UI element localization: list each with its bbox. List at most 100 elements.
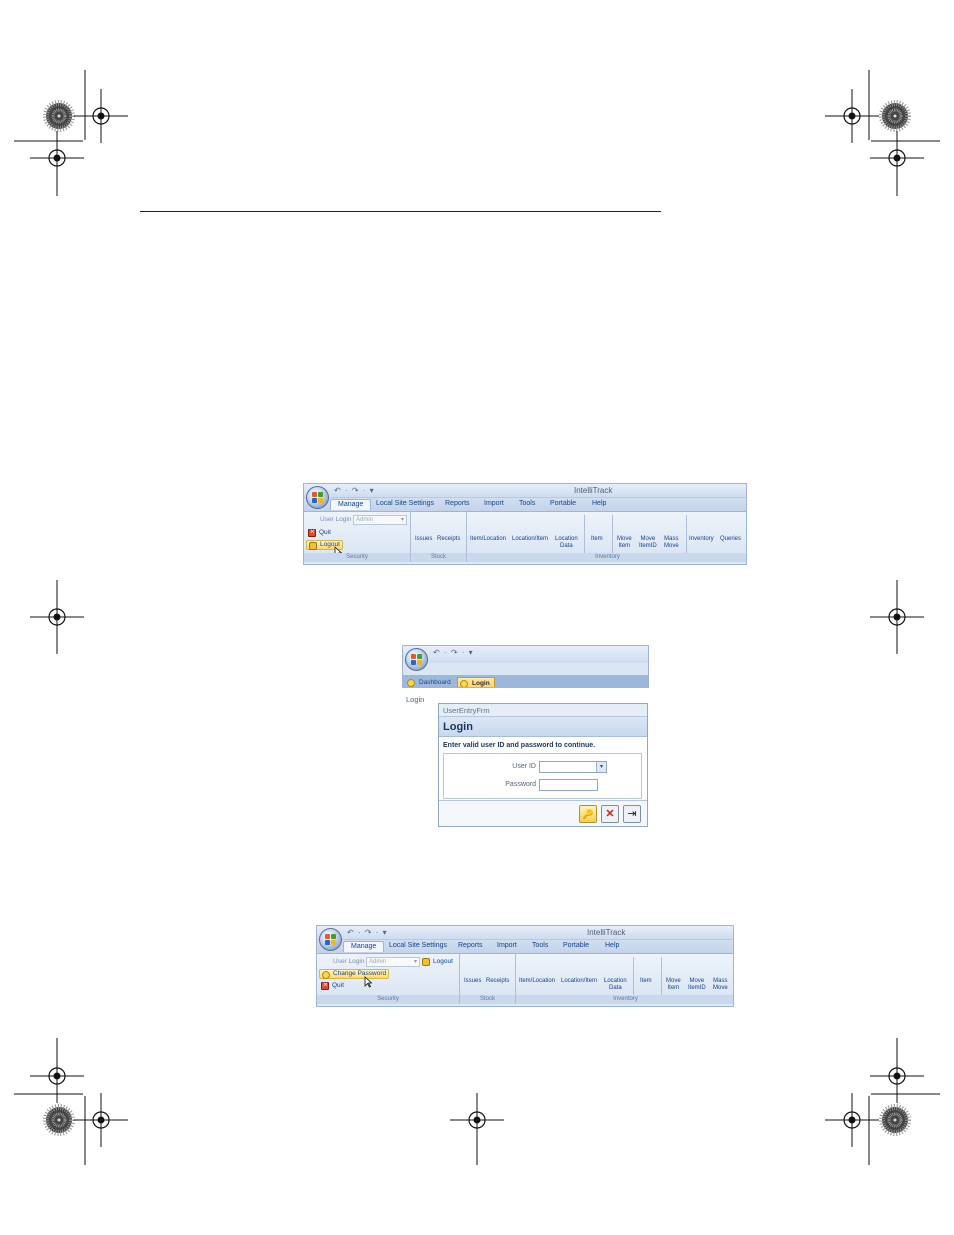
group-inventory: Item/Location Location/Item Location Dat…: [467, 512, 746, 562]
group-label-stock: Stock: [460, 995, 515, 1004]
mass-move-button[interactable]: Mass Move: [664, 536, 679, 550]
logout-button[interactable]: Logout: [420, 957, 453, 967]
change-password-label: Change Password: [333, 970, 387, 977]
window-title: IntelliTrack: [574, 486, 613, 495]
issues-button[interactable]: Issues: [464, 978, 481, 985]
window-title: IntelliTrack: [587, 928, 626, 937]
change-password-button[interactable]: Change Password: [319, 969, 389, 979]
group-label-inventory: Inventory: [516, 995, 733, 1004]
user-login-combo[interactable]: Admin ▾: [353, 515, 407, 525]
login-app-frame: ↶ · ↷ · ▾ Dashboard Login: [402, 645, 649, 688]
location-data-button[interactable]: Location Data: [555, 536, 578, 550]
credentials-box: User ID ▾ Password: [443, 753, 642, 799]
tab-manage[interactable]: Manage: [343, 941, 385, 952]
tab-help[interactable]: Help: [605, 942, 619, 949]
receipts-button[interactable]: Receipts: [437, 536, 460, 543]
user-login-label: User Login: [333, 958, 365, 965]
login-prompt: Enter valid user ID and password to cont…: [443, 742, 596, 749]
item-button[interactable]: Item: [640, 978, 652, 985]
inventory-button[interactable]: Inventory: [689, 536, 714, 543]
title-bar: ↶ · ↷ · ▾ IntelliTrack: [317, 926, 733, 940]
quit-button[interactable]: Quit: [319, 980, 344, 991]
key-icon: 🔑: [582, 809, 594, 819]
form-window-title: UserEntryFrm: [439, 704, 647, 717]
queries-button[interactable]: Queries: [720, 536, 741, 543]
logout-label: Logout: [433, 958, 453, 965]
exit-door-icon: ⇥: [627, 808, 637, 820]
tab-import[interactable]: Import: [497, 942, 517, 949]
tab-reports[interactable]: Reports: [458, 942, 483, 949]
move-item-button[interactable]: Move Item: [666, 978, 681, 992]
move-item-button[interactable]: Move Item: [617, 536, 632, 550]
separator: [584, 515, 585, 553]
separator: [686, 515, 687, 553]
user-login-combo[interactable]: Admin ▾: [366, 957, 420, 967]
tab-local-site-settings[interactable]: Local Site Settings: [389, 942, 447, 949]
form-icon: [460, 680, 468, 687]
tab-import[interactable]: Import: [484, 500, 504, 507]
tab-portable[interactable]: Portable: [550, 500, 576, 507]
separator: [633, 957, 634, 995]
tab-help[interactable]: Help: [592, 500, 606, 507]
tab-login[interactable]: Login: [457, 677, 495, 687]
move-itemid-button[interactable]: Move ItemID: [688, 978, 706, 992]
location-item-button[interactable]: Location/Item: [512, 536, 548, 543]
title-bar: ↶ · ↷ · ▾: [403, 646, 648, 663]
cancel-button[interactable]: ✕: [601, 805, 619, 823]
receipts-button[interactable]: Receipts: [486, 978, 509, 985]
lock-icon: [422, 958, 430, 966]
tab-login-label: Login: [472, 680, 490, 687]
tab-portable[interactable]: Portable: [563, 942, 589, 949]
form-heading: Login: [439, 717, 647, 737]
chevron-down-icon[interactable]: ▾: [596, 762, 606, 772]
ribbon-body: User Login Admin ▾ Logout Change Password…: [317, 954, 733, 1004]
tab-reports[interactable]: Reports: [445, 500, 470, 507]
office-button[interactable]: [306, 486, 329, 509]
user-login-value: Admin: [356, 517, 374, 523]
password-label: Password: [505, 781, 536, 788]
ribbon-body: User Login Admin▾ Quit Logout Security I…: [304, 512, 746, 562]
password-input[interactable]: [539, 779, 598, 791]
mass-move-button[interactable]: Mass Move: [713, 978, 728, 992]
form-icon: [407, 679, 415, 687]
user-login-label: User Login: [320, 516, 352, 523]
app-logo-icon: [411, 654, 423, 666]
key-icon: [322, 971, 330, 979]
print-registration-marks: [14, 70, 940, 1165]
ribbon-tabs: Manage Local Site Settings Reports Impor…: [317, 940, 733, 954]
quick-access-toolbar[interactable]: ↶ · ↷ · ▾: [334, 486, 375, 495]
exit-button[interactable]: ⇥: [623, 805, 641, 823]
quit-icon: [308, 527, 316, 537]
location-item-button[interactable]: Location/Item: [561, 978, 597, 985]
app-logo-icon: [325, 934, 337, 946]
quick-access-toolbar[interactable]: ↶ · ↷ · ▾: [433, 648, 474, 657]
quit-label: Quit: [332, 982, 344, 989]
tab-local-site-settings[interactable]: Local Site Settings: [376, 500, 434, 507]
group-inventory: Item/Location Location/Item Location Dat…: [516, 954, 733, 1004]
item-button[interactable]: Item: [591, 536, 603, 543]
quick-access-toolbar[interactable]: ↶ · ↷ · ▾: [347, 928, 388, 937]
office-button[interactable]: [405, 648, 428, 671]
user-id-label: User ID: [512, 763, 536, 770]
item-location-button[interactable]: Item/Location: [519, 978, 555, 985]
location-data-button[interactable]: Location Data: [604, 978, 627, 992]
tab-manage[interactable]: Manage: [330, 499, 372, 510]
move-itemid-button[interactable]: Move ItemID: [639, 536, 657, 550]
item-location-button[interactable]: Item/Location: [470, 536, 506, 543]
group-security: User Login Admin▾ Quit Logout Security: [304, 512, 411, 562]
ribbon-tabs: Manage Local Site Settings Reports Impor…: [304, 498, 746, 512]
tab-tools[interactable]: Tools: [532, 942, 548, 949]
chevron-down-icon: ▾: [400, 517, 404, 523]
separator: [612, 515, 613, 553]
button-bar: 🔑 ✕ ⇥: [439, 800, 647, 826]
office-button[interactable]: [319, 928, 342, 951]
quit-button[interactable]: Quit: [306, 527, 331, 538]
ribbon-change-password-figure: ↶ · ↷ · ▾ IntelliTrack Manage Local Site…: [316, 925, 734, 1007]
login-ok-button[interactable]: 🔑: [579, 805, 597, 823]
tab-dashboard[interactable]: Dashboard: [405, 677, 456, 687]
group-label-stock: Stock: [411, 553, 466, 562]
issues-button[interactable]: Issues: [415, 536, 432, 543]
tab-tools[interactable]: Tools: [519, 500, 535, 507]
user-id-input[interactable]: ▾: [539, 761, 607, 773]
quit-icon: [321, 980, 329, 990]
